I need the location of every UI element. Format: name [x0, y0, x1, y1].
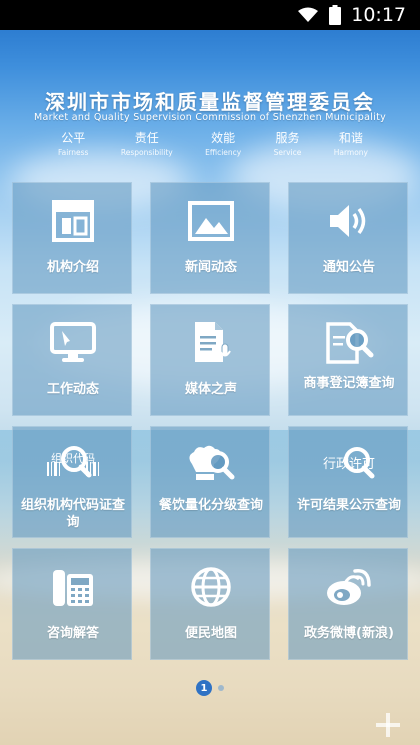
barcode-search-icon: 组织代码: [13, 441, 133, 489]
tile-label: 通知公告: [322, 260, 375, 275]
tile-media[interactable]: 媒体之声: [150, 304, 270, 416]
barcode-text: 组织代码: [51, 451, 95, 465]
tile-weibo[interactable]: 政务微博(新浪): [288, 548, 408, 660]
page-dot[interactable]: [218, 685, 224, 691]
value-item: 和谐 Harmony: [334, 129, 368, 157]
tile-label: 餐饮量化分级查询: [158, 498, 263, 513]
phone-icon: [13, 563, 133, 611]
document-search-icon: [289, 319, 409, 367]
value-cn: 效能: [211, 131, 236, 145]
tile-label: 政务微博(新浪): [304, 626, 394, 641]
page-indicator: 1: [196, 680, 224, 696]
value-item: 公平 Fairness: [58, 129, 88, 157]
tile-label: 组织机构代码证查询: [20, 498, 125, 530]
tile-label: 商事登记簿查询: [303, 376, 395, 391]
tile-commercial-registry[interactable]: 商事登记簿查询: [288, 304, 408, 416]
tile-work-news[interactable]: 工作动态: [12, 304, 132, 416]
value-en: Service: [273, 148, 302, 157]
clock-time: 10:17: [351, 4, 406, 26]
tile-license-result[interactable]: 行政许可 许可结果公示查询: [288, 426, 408, 538]
value-cn: 和谐: [338, 131, 363, 145]
tile-notices[interactable]: 通知公告: [288, 182, 408, 294]
battery-icon: [329, 5, 342, 25]
value-en: Efficiency: [205, 148, 242, 157]
tile-label: 便民地图: [184, 626, 237, 641]
tile-news[interactable]: 新闻动态: [150, 182, 270, 294]
page-subtitle: Market and Quality Supervision Commissio…: [33, 112, 387, 123]
value-en: Harmony: [333, 148, 368, 157]
value-cn: 责任: [134, 131, 159, 145]
tile-org-code-query[interactable]: 组织代码 组织机构代码证查询: [12, 426, 132, 538]
plus-icon[interactable]: [374, 711, 402, 739]
value-cn: 服务: [275, 131, 300, 145]
chef-search-icon: [151, 441, 271, 489]
layout-icon: [13, 197, 133, 245]
tile-label: 机构介绍: [46, 260, 99, 275]
license-search-icon: 行政许可: [289, 441, 409, 489]
wifi-icon: [297, 7, 319, 23]
value-en: Responsibility: [120, 148, 173, 157]
tile-service-map[interactable]: 便民地图: [150, 548, 270, 660]
image-icon: [151, 197, 271, 245]
speaker-icon: [289, 197, 409, 245]
app-header: 深圳市市场和质量监督管理委员会 Market and Quality Super…: [0, 30, 420, 180]
value-item: 责任 Responsibility: [121, 129, 173, 157]
page-title: 深圳市市场和质量监督管理委员会: [45, 90, 375, 114]
tile-org-intro[interactable]: 机构介绍: [12, 182, 132, 294]
tile-label: 咨询解答: [46, 626, 99, 641]
core-values: 公平 Fairness 责任 Responsibility 效能 Efficie…: [58, 129, 368, 157]
tile-label: 许可结果公示查询: [296, 498, 401, 513]
value-en: Fairness: [58, 148, 89, 157]
monitor-icon: [13, 319, 133, 367]
document-mic-icon: [151, 319, 271, 367]
tile-catering-rating[interactable]: 餐饮量化分级查询: [150, 426, 270, 538]
value-cn: 公平: [61, 131, 86, 145]
globe-icon: [151, 563, 271, 611]
tile-label: 媒体之声: [184, 382, 237, 397]
tile-label: 新闻动态: [184, 260, 237, 275]
status-bar: 10:17: [0, 0, 420, 30]
page-dot-active[interactable]: 1: [196, 680, 212, 696]
value-item: 效能 Efficiency: [205, 129, 241, 157]
value-item: 服务 Service: [274, 129, 302, 157]
tile-consultation[interactable]: 咨询解答: [12, 548, 132, 660]
weibo-icon: [289, 563, 409, 611]
tile-label: 工作动态: [46, 382, 99, 397]
